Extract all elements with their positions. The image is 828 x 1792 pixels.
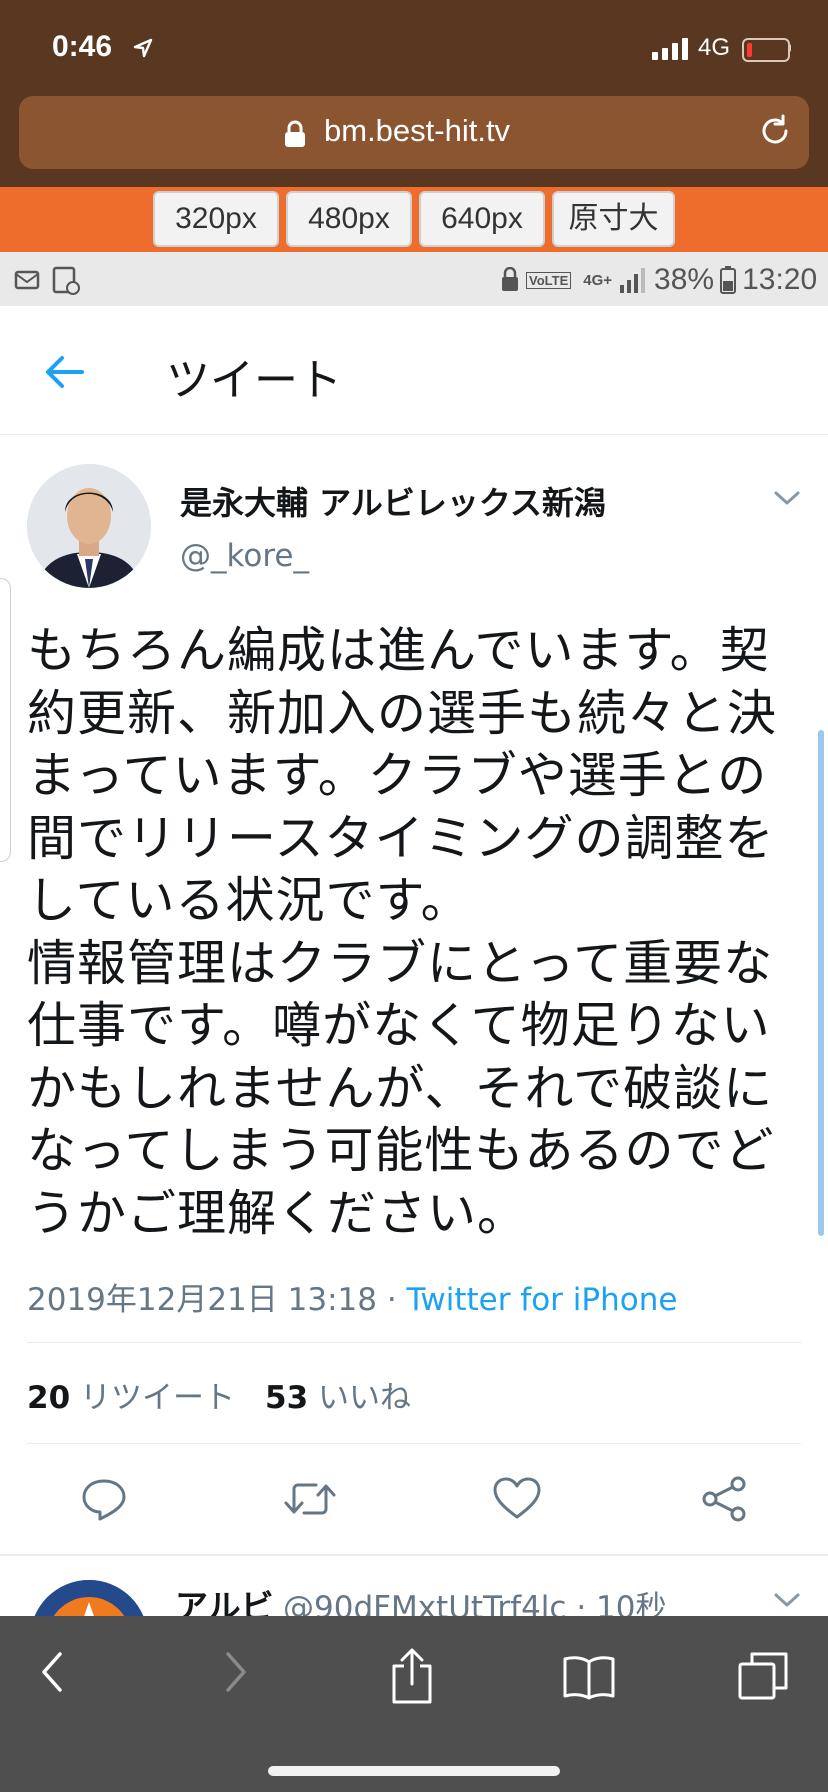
size-320-button[interactable]: 320px: [153, 191, 279, 247]
left-scroll-indicator: [0, 578, 11, 862]
tweet-body: もちろん編成は進んでいます。契約更新、新加入の選手も続々と決まっています。クラブ…: [27, 622, 778, 1242]
notification-icons: [14, 266, 80, 295]
volte-badge: VoLTE: [526, 271, 572, 289]
back-arrow-icon[interactable]: [42, 350, 86, 394]
battery-tip: [788, 44, 791, 52]
battery-icon: [742, 38, 790, 62]
retweet-count[interactable]: 20: [27, 1380, 70, 1416]
author-handle[interactable]: @_kore_: [180, 538, 309, 574]
size-640-button[interactable]: 640px: [419, 191, 545, 247]
divider: [27, 1443, 801, 1444]
author-avatar[interactable]: [27, 464, 151, 588]
engagement-counts: 20 リツイート 53 いいね: [27, 1372, 411, 1417]
bookmarks-icon[interactable]: [562, 1654, 616, 1700]
battery-percent: 38%: [654, 263, 715, 296]
url-text[interactable]: bm.best-hit.tv: [324, 113, 510, 149]
android-clock: 13:20: [742, 263, 818, 296]
chevron-down-icon[interactable]: [772, 488, 802, 508]
back-icon[interactable]: [36, 1648, 68, 1696]
sync-lock-icon: [502, 267, 518, 291]
network-type-label: 4G: [698, 34, 731, 61]
tweet-source-link[interactable]: Twitter for iPhone: [407, 1282, 678, 1318]
retweet-label[interactable]: リツイート: [80, 1380, 235, 1416]
retweet-icon[interactable]: [284, 1475, 336, 1523]
scrollbar[interactable]: [818, 730, 824, 1236]
battery-icon: [720, 266, 737, 294]
reload-icon[interactable]: [758, 114, 792, 148]
page-title: ツイート: [166, 355, 342, 406]
tweet-timestamp[interactable]: 2019年12月21日 13:18 ·: [27, 1282, 407, 1318]
like-label[interactable]: いいね: [318, 1380, 411, 1416]
reply-icon[interactable]: [80, 1475, 128, 1523]
network-badge: 4G+: [583, 271, 613, 289]
share-sheet-icon[interactable]: [390, 1648, 434, 1704]
size-original-button[interactable]: 原寸大: [552, 191, 675, 247]
tabs-icon[interactable]: [738, 1650, 788, 1700]
like-count[interactable]: 53: [265, 1380, 308, 1416]
tweet-meta: 2019年12月21日 13:18 · Twitter for iPhone: [27, 1274, 677, 1319]
location-arrow-icon: [133, 38, 153, 58]
cellular-signal-icon: [652, 38, 688, 60]
image-size-toolbar: [0, 187, 828, 252]
tweet-separator: [0, 1554, 828, 1556]
lock-icon: [285, 120, 305, 147]
divider: [27, 1342, 801, 1343]
mail-icon: [14, 270, 40, 290]
signal-bars-icon: [620, 268, 646, 293]
author-name[interactable]: 是永大輔 アルビレックス新潟: [180, 478, 606, 524]
android-status-right: VoLTE 4G+ 38% 13:20: [500, 260, 817, 300]
share-icon[interactable]: [700, 1475, 748, 1523]
battery-level-fill: [747, 43, 752, 57]
home-indicator[interactable]: [268, 1766, 560, 1776]
ios-clock: 0:46: [52, 30, 113, 63]
tweet-page-header: [0, 306, 828, 435]
size-480-button[interactable]: 480px: [286, 191, 412, 247]
person-photo: [27, 464, 151, 588]
chevron-down-icon[interactable]: [772, 1590, 802, 1610]
forward-icon[interactable]: [220, 1648, 252, 1696]
like-heart-icon[interactable]: [492, 1475, 542, 1523]
